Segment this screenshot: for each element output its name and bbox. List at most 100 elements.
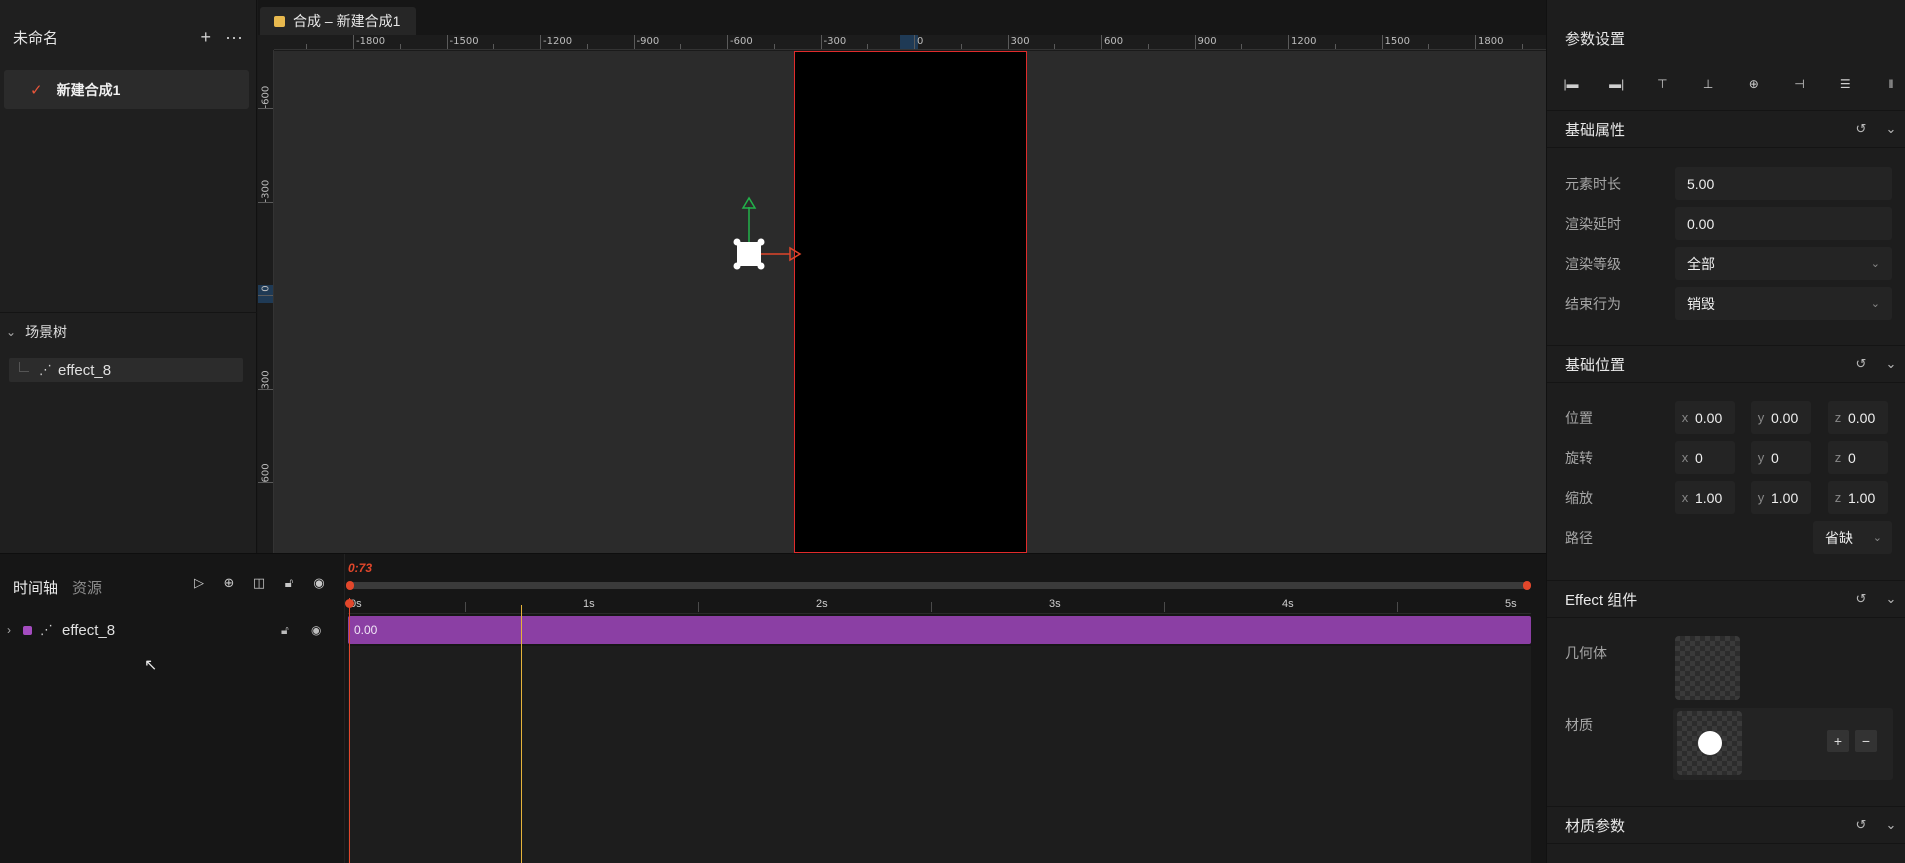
prop-delay: 渲染延时 0.00 <box>1547 207 1905 240</box>
composition-item[interactable]: ✓ 新建合成1 <box>4 70 249 109</box>
ruler-label: 0 <box>917 36 924 47</box>
timeline-track-area[interactable]: 0:73 0s 1s 2s 3s 4s 5s 0.00 <box>345 554 1546 863</box>
panel-divider <box>0 312 257 313</box>
lock-icon[interactable]: 🔓︎ <box>281 623 289 638</box>
scroll-handle-start[interactable] <box>346 581 354 590</box>
geometry-thumbnail[interactable] <box>1675 636 1740 700</box>
value: 0.00 <box>1771 409 1799 426</box>
rotation-x-input[interactable]: x0 <box>1675 441 1735 474</box>
prop-label: 路径 <box>1565 529 1593 546</box>
path-select[interactable]: 省缺 ⌄ <box>1813 521 1892 554</box>
position-x-input[interactable]: x 0.00 <box>1675 401 1735 434</box>
playhead-knob[interactable] <box>345 599 354 608</box>
check-icon: ✓ <box>30 81 43 99</box>
rotation-z-input[interactable]: z0 <box>1828 441 1888 474</box>
ruler-minor-tick <box>1054 44 1056 49</box>
chevron-down-icon[interactable]: ⌄ <box>1876 817 1905 833</box>
ruler-minor-tick <box>633 44 635 49</box>
tab-timeline[interactable]: 时间轴 <box>13 577 58 598</box>
ruler-minor-tick <box>1147 44 1149 49</box>
axis-label: z <box>1834 410 1842 425</box>
distribute-v-icon[interactable]: ☰ <box>1835 74 1855 94</box>
section-header-transform[interactable]: 基础位置 ↺ ⌄ <box>1547 345 1905 383</box>
reset-icon[interactable]: ↺ <box>1846 817 1876 833</box>
rotation-y-input[interactable]: y0 <box>1751 441 1811 474</box>
more-icon[interactable]: ··· <box>225 27 243 48</box>
align-center-v-icon[interactable]: ⊣ <box>1790 74 1810 94</box>
plus-icon[interactable]: + <box>201 27 212 48</box>
value: 0 <box>1848 449 1856 466</box>
ruler-minor-tick <box>820 44 822 49</box>
section-header-basic[interactable]: 基础属性 ↺ ⌄ <box>1547 110 1905 148</box>
ruler-minor-tick <box>867 44 869 49</box>
ruler-corner <box>258 35 274 50</box>
chevron-down-icon[interactable]: ⌄ <box>6 325 16 339</box>
chevron-right-icon[interactable]: › <box>7 623 11 637</box>
mask-icon[interactable]: ◫ <box>250 574 268 592</box>
scene-tree-item[interactable]: ⋰ effect_8 <box>9 358 243 382</box>
y-arrow-icon <box>741 196 757 209</box>
section-header-effect[interactable]: Effect 组件 ↺ ⌄ <box>1547 580 1905 618</box>
reset-icon[interactable]: ↺ <box>1846 356 1876 372</box>
composition-color-icon <box>274 15 285 27</box>
end-behavior-select[interactable]: 销毁 ⌄ <box>1675 287 1892 320</box>
scale-z-input[interactable]: z 1.00 <box>1828 481 1888 514</box>
align-center-h-icon[interactable]: ⊕ <box>1744 74 1764 94</box>
remove-material-button[interactable]: − <box>1855 730 1877 752</box>
chevron-down-icon[interactable]: ⌄ <box>1876 121 1905 137</box>
ruler-minor-tick <box>493 44 495 49</box>
align-top-icon[interactable]: ⊤ <box>1652 74 1672 94</box>
value: 0.00 <box>1695 409 1723 426</box>
duration-input[interactable]: 5.00 <box>1675 167 1892 200</box>
align-right-icon[interactable]: ▬| <box>1607 74 1627 94</box>
timeline-scrollbar[interactable] <box>346 581 1531 590</box>
distribute-h-icon[interactable]: ‖ <box>1881 74 1901 94</box>
align-bottom-icon[interactable]: ⊥ <box>1698 74 1718 94</box>
geometry-label: 几何体 <box>1565 645 1607 661</box>
timeline-layer-row[interactable]: › ⋰ effect_8 🔓︎ ◉ <box>0 615 345 645</box>
ruler-label: -600 <box>260 85 272 109</box>
composition-label: 新建合成1 <box>56 81 121 98</box>
section-material-params: 材质参数 ↺ ⌄ <box>1547 806 1905 844</box>
canvas-viewport[interactable] <box>274 51 1546 553</box>
scale-y-input[interactable]: y 1.00 <box>1751 481 1811 514</box>
reset-icon[interactable]: ↺ <box>1846 591 1876 607</box>
position-y-input[interactable]: y 0.00 <box>1751 401 1811 434</box>
playhead-line[interactable] <box>521 605 522 863</box>
material-thumbnail[interactable] <box>1677 711 1742 775</box>
position-z-input[interactable]: z 0.00 <box>1828 401 1888 434</box>
lock-icon[interactable]: 🔓︎ <box>280 574 298 592</box>
ruler-minor-tick <box>960 44 962 49</box>
layer-color-swatch <box>23 625 32 635</box>
prop-label: 元素时长 <box>1565 175 1621 192</box>
section-title: 材质参数 <box>1565 817 1626 835</box>
reset-icon[interactable]: ↺ <box>1846 121 1876 137</box>
transform-gizmo[interactable] <box>274 51 1546 553</box>
eye-icon[interactable]: ◉ <box>311 623 321 637</box>
time-ruler[interactable]: 0s 1s 2s 3s 4s 5s <box>348 598 1531 614</box>
scene-tree-header[interactable]: ⌄ 场景树 <box>0 320 257 344</box>
tab-composition[interactable]: 合成 – 新建合成1 <box>260 7 416 35</box>
layer-clip[interactable]: 0.00 <box>348 616 1531 644</box>
add-material-button[interactable]: + <box>1827 730 1849 752</box>
scroll-handle-end[interactable] <box>1523 581 1531 590</box>
add-circle-icon[interactable]: ⊕ <box>220 574 238 592</box>
chevron-down-icon[interactable]: ⌄ <box>1876 591 1905 607</box>
ruler-label: 600 <box>260 463 272 483</box>
properties-panel: 参数设置 |▬ ▬| ⊤ ⊥ ⊕ ⊣ ☰ ‖ 基础属性 ↺ ⌄ 元素时长 5.0… <box>1546 0 1905 863</box>
ruler-label: 1500 <box>1384 36 1410 47</box>
delay-input[interactable]: 0.00 <box>1675 207 1892 240</box>
section-title: 基础位置 <box>1565 356 1626 374</box>
timeline-panel: 时间轴 资源 ▷ ⊕ ◫ 🔓︎ ◉ › ⋰ effect_8 🔓︎ ◉ 0:73… <box>0 553 1546 863</box>
time-label: 2s <box>816 598 828 610</box>
scale-x-input[interactable]: x 1.00 <box>1675 481 1735 514</box>
chevron-down-icon[interactable]: ⌄ <box>1876 356 1905 372</box>
timeline-layer-list: 时间轴 资源 ▷ ⊕ ◫ 🔓︎ ◉ › ⋰ effect_8 🔓︎ ◉ <box>0 554 345 863</box>
section-header-material-params[interactable]: 材质参数 ↺ ⌄ <box>1547 806 1905 844</box>
render-level-select[interactable]: 全部 ⌄ <box>1675 247 1892 280</box>
tab-assets[interactable]: 资源 <box>72 577 102 598</box>
play-icon[interactable]: ▷ <box>190 574 208 592</box>
align-left-icon[interactable]: |▬ <box>1561 74 1581 94</box>
corner-handle <box>733 262 741 270</box>
eye-icon[interactable]: ◉ <box>310 574 328 592</box>
